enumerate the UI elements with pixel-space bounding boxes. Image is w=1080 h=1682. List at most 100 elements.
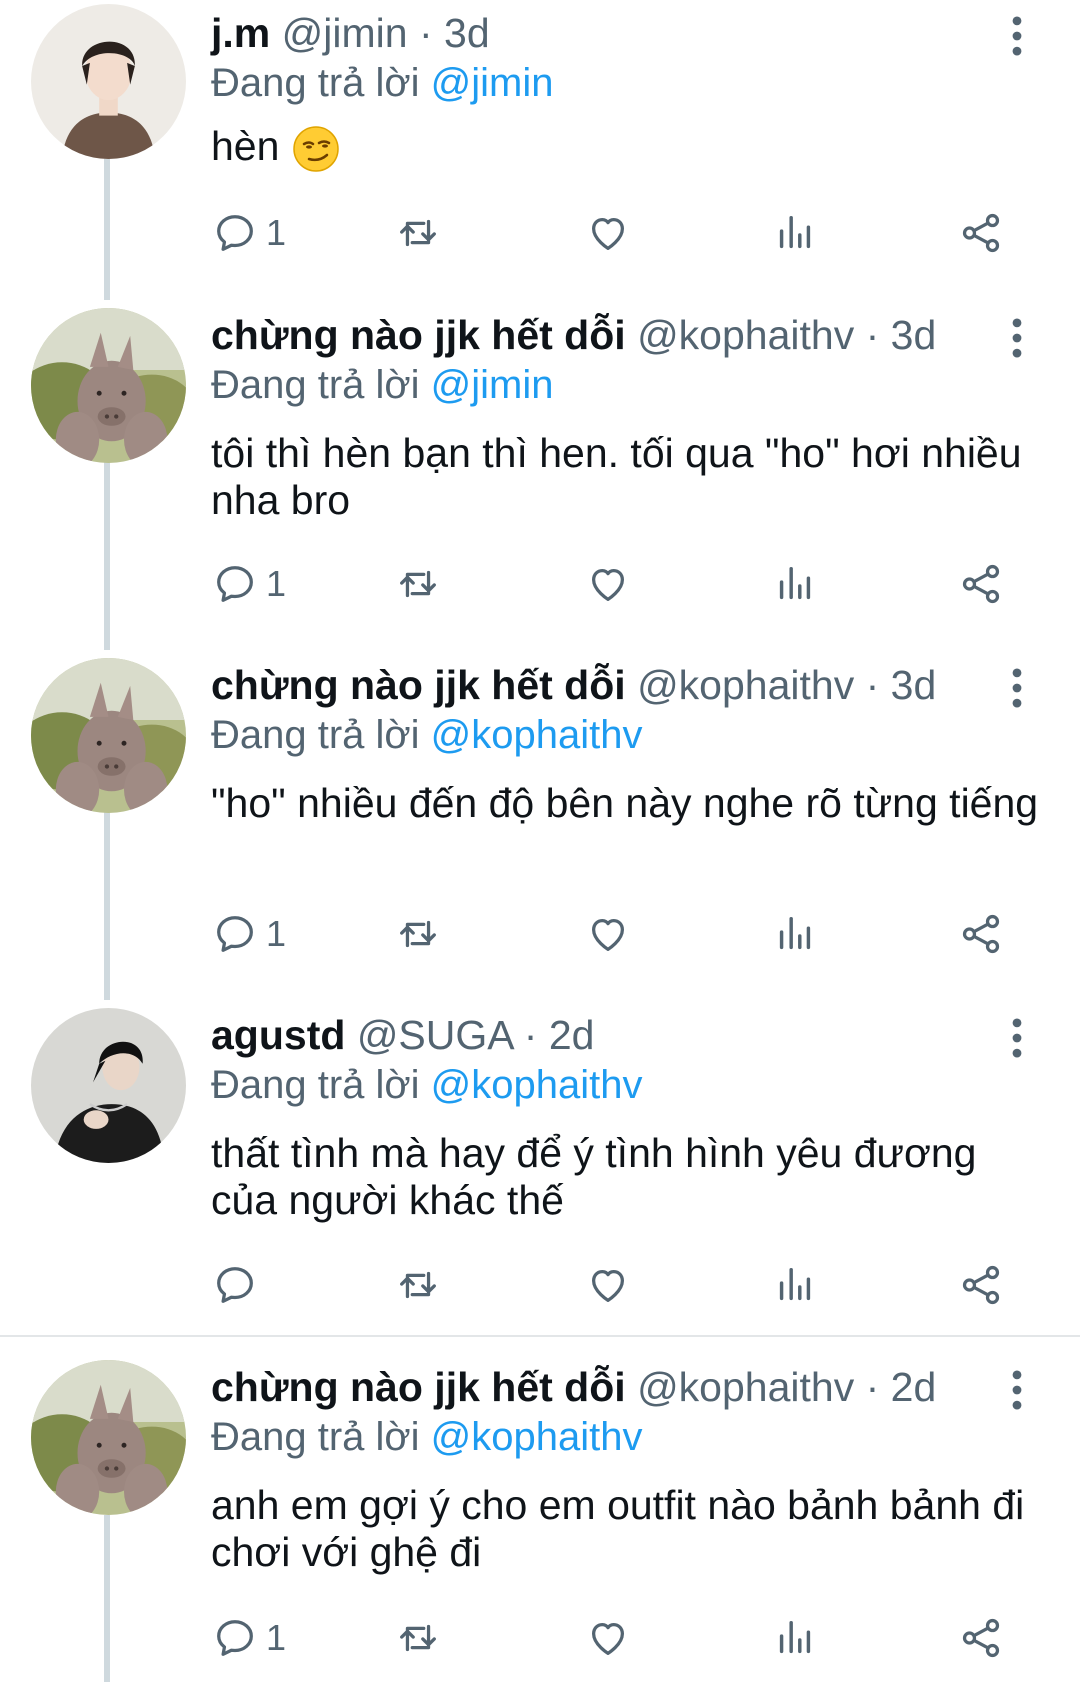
tweet-text-content: tôi thì hèn bạn thì hen. tối qua "ho" hơ… — [211, 430, 1022, 523]
tweet-actions: 1 — [0, 1610, 1080, 1666]
reply-icon — [212, 911, 258, 957]
analytics-button[interactable] — [772, 1610, 818, 1666]
replying-to-handle[interactable]: @jimin — [431, 61, 554, 105]
more-icon[interactable] — [1000, 316, 1034, 360]
like-button[interactable] — [585, 1610, 631, 1666]
tweet-actions: 1 — [0, 205, 1080, 261]
more-icon[interactable] — [1000, 1016, 1034, 1060]
retweet-button[interactable] — [395, 556, 441, 612]
reply-count: 1 — [266, 563, 287, 604]
tweet-text: tôi thì hèn bạn thì hen. tối qua "ho" hơ… — [211, 430, 1051, 524]
retweet-icon — [395, 561, 441, 607]
replying-to: Đang trả lời @jimin — [211, 58, 554, 108]
reply-count: 1 — [266, 1617, 287, 1658]
tweet-header: agustd @SUGA · 2d — [211, 1010, 594, 1060]
replying-to-handle[interactable]: @kophaithv — [431, 713, 643, 757]
replying-to-label: Đang trả lời — [211, 363, 420, 407]
display-name[interactable]: chừng nào jjk hết dỗi — [211, 312, 626, 358]
like-button[interactable] — [585, 556, 631, 612]
replying-to-label: Đang trả lời — [211, 1063, 420, 1107]
tweet-text: thất tình mà hay để ý tình hình yêu đươn… — [211, 1130, 1051, 1224]
share-button[interactable] — [958, 556, 1004, 612]
retweet-button[interactable] — [395, 906, 441, 962]
reply-button[interactable]: 1 — [212, 906, 286, 962]
share-button[interactable] — [958, 1610, 1004, 1666]
avatar[interactable] — [31, 658, 186, 813]
retweet-button[interactable] — [395, 1610, 441, 1666]
reply-icon — [212, 210, 258, 256]
thread-divider — [0, 1335, 1080, 1337]
reply-button[interactable] — [212, 1257, 266, 1313]
retweet-button[interactable] — [395, 1257, 441, 1313]
analytics-button[interactable] — [772, 205, 818, 261]
analytics-button[interactable] — [772, 556, 818, 612]
more-icon[interactable] — [1000, 666, 1034, 710]
replying-to-handle[interactable]: @kophaithv — [431, 1415, 643, 1459]
reply-button[interactable]: 1 — [212, 556, 286, 612]
replying-to: Đang trả lời @kophaithv — [211, 1412, 643, 1462]
replying-to-label: Đang trả lời — [211, 713, 420, 757]
reply-icon — [212, 1615, 258, 1661]
retweet-icon — [395, 1262, 441, 1308]
user-handle[interactable]: @jimin — [282, 10, 408, 56]
like-icon — [585, 561, 631, 607]
like-button[interactable] — [585, 1257, 631, 1313]
timestamp[interactable]: 2d — [549, 1012, 595, 1058]
display-name[interactable]: j.m — [211, 10, 270, 56]
user-handle[interactable]: @SUGA — [357, 1012, 513, 1058]
separator-dot: · — [865, 312, 880, 358]
reply-button[interactable]: 1 — [212, 1610, 286, 1666]
tweet-text: "ho" nhiều đến độ bên này nghe rõ từng t… — [211, 780, 1051, 827]
share-icon — [958, 1262, 1004, 1308]
separator-dot: · — [865, 662, 880, 708]
replying-to: Đang trả lời @jimin — [211, 360, 554, 410]
user-handle[interactable]: @kophaithv — [637, 662, 854, 708]
tweet-text: hèn — [211, 123, 1051, 174]
user-handle[interactable]: @kophaithv — [637, 1364, 854, 1410]
timestamp[interactable]: 3d — [444, 10, 490, 56]
retweet-button[interactable] — [395, 205, 441, 261]
replying-to-handle[interactable]: @kophaithv — [431, 1063, 643, 1107]
reply-button[interactable]: 1 — [212, 205, 286, 261]
analytics-icon — [772, 561, 818, 607]
replying-to-handle[interactable]: @jimin — [431, 363, 554, 407]
more-icon[interactable] — [1000, 1368, 1034, 1412]
analytics-icon — [772, 1262, 818, 1308]
tweet-header: chừng nào jjk hết dỗi @kophaithv · 3d — [211, 660, 936, 710]
like-button[interactable] — [585, 906, 631, 962]
more-icon[interactable] — [1000, 14, 1034, 58]
reply-count: 1 — [266, 212, 287, 253]
tweet-text-content: hèn — [211, 123, 280, 169]
display-name[interactable]: chừng nào jjk hết dỗi — [211, 662, 626, 708]
tweet-actions: 1 — [0, 556, 1080, 612]
share-button[interactable] — [958, 1257, 1004, 1313]
reply-icon — [212, 1262, 258, 1308]
like-button[interactable] — [585, 205, 631, 261]
share-icon — [958, 210, 1004, 256]
analytics-button[interactable] — [772, 906, 818, 962]
share-icon — [958, 561, 1004, 607]
replying-to-label: Đang trả lời — [211, 61, 420, 105]
timestamp[interactable]: 3d — [891, 662, 937, 708]
replying-to: Đang trả lời @kophaithv — [211, 710, 643, 760]
timestamp[interactable]: 3d — [891, 312, 937, 358]
display-name[interactable]: agustd — [211, 1012, 345, 1058]
like-icon — [585, 911, 631, 957]
display-name[interactable]: chừng nào jjk hết dỗi — [211, 1364, 626, 1410]
user-handle[interactable]: @kophaithv — [637, 312, 854, 358]
like-icon — [585, 210, 631, 256]
tweet-actions — [0, 1257, 1080, 1313]
like-icon — [585, 1615, 631, 1661]
avatar[interactable] — [31, 308, 186, 463]
tweet-text-content: thất tình mà hay để ý tình hình yêu đươn… — [211, 1130, 977, 1223]
share-button[interactable] — [958, 906, 1004, 962]
timestamp[interactable]: 2d — [891, 1364, 937, 1410]
avatar[interactable] — [31, 4, 186, 159]
avatar[interactable] — [31, 1360, 186, 1515]
retweet-icon — [395, 911, 441, 957]
like-icon — [585, 1262, 631, 1308]
share-button[interactable] — [958, 205, 1004, 261]
analytics-button[interactable] — [772, 1257, 818, 1313]
avatar[interactable] — [31, 1008, 186, 1163]
tweet-header: chừng nào jjk hết dỗi @kophaithv · 2d — [211, 1362, 936, 1412]
